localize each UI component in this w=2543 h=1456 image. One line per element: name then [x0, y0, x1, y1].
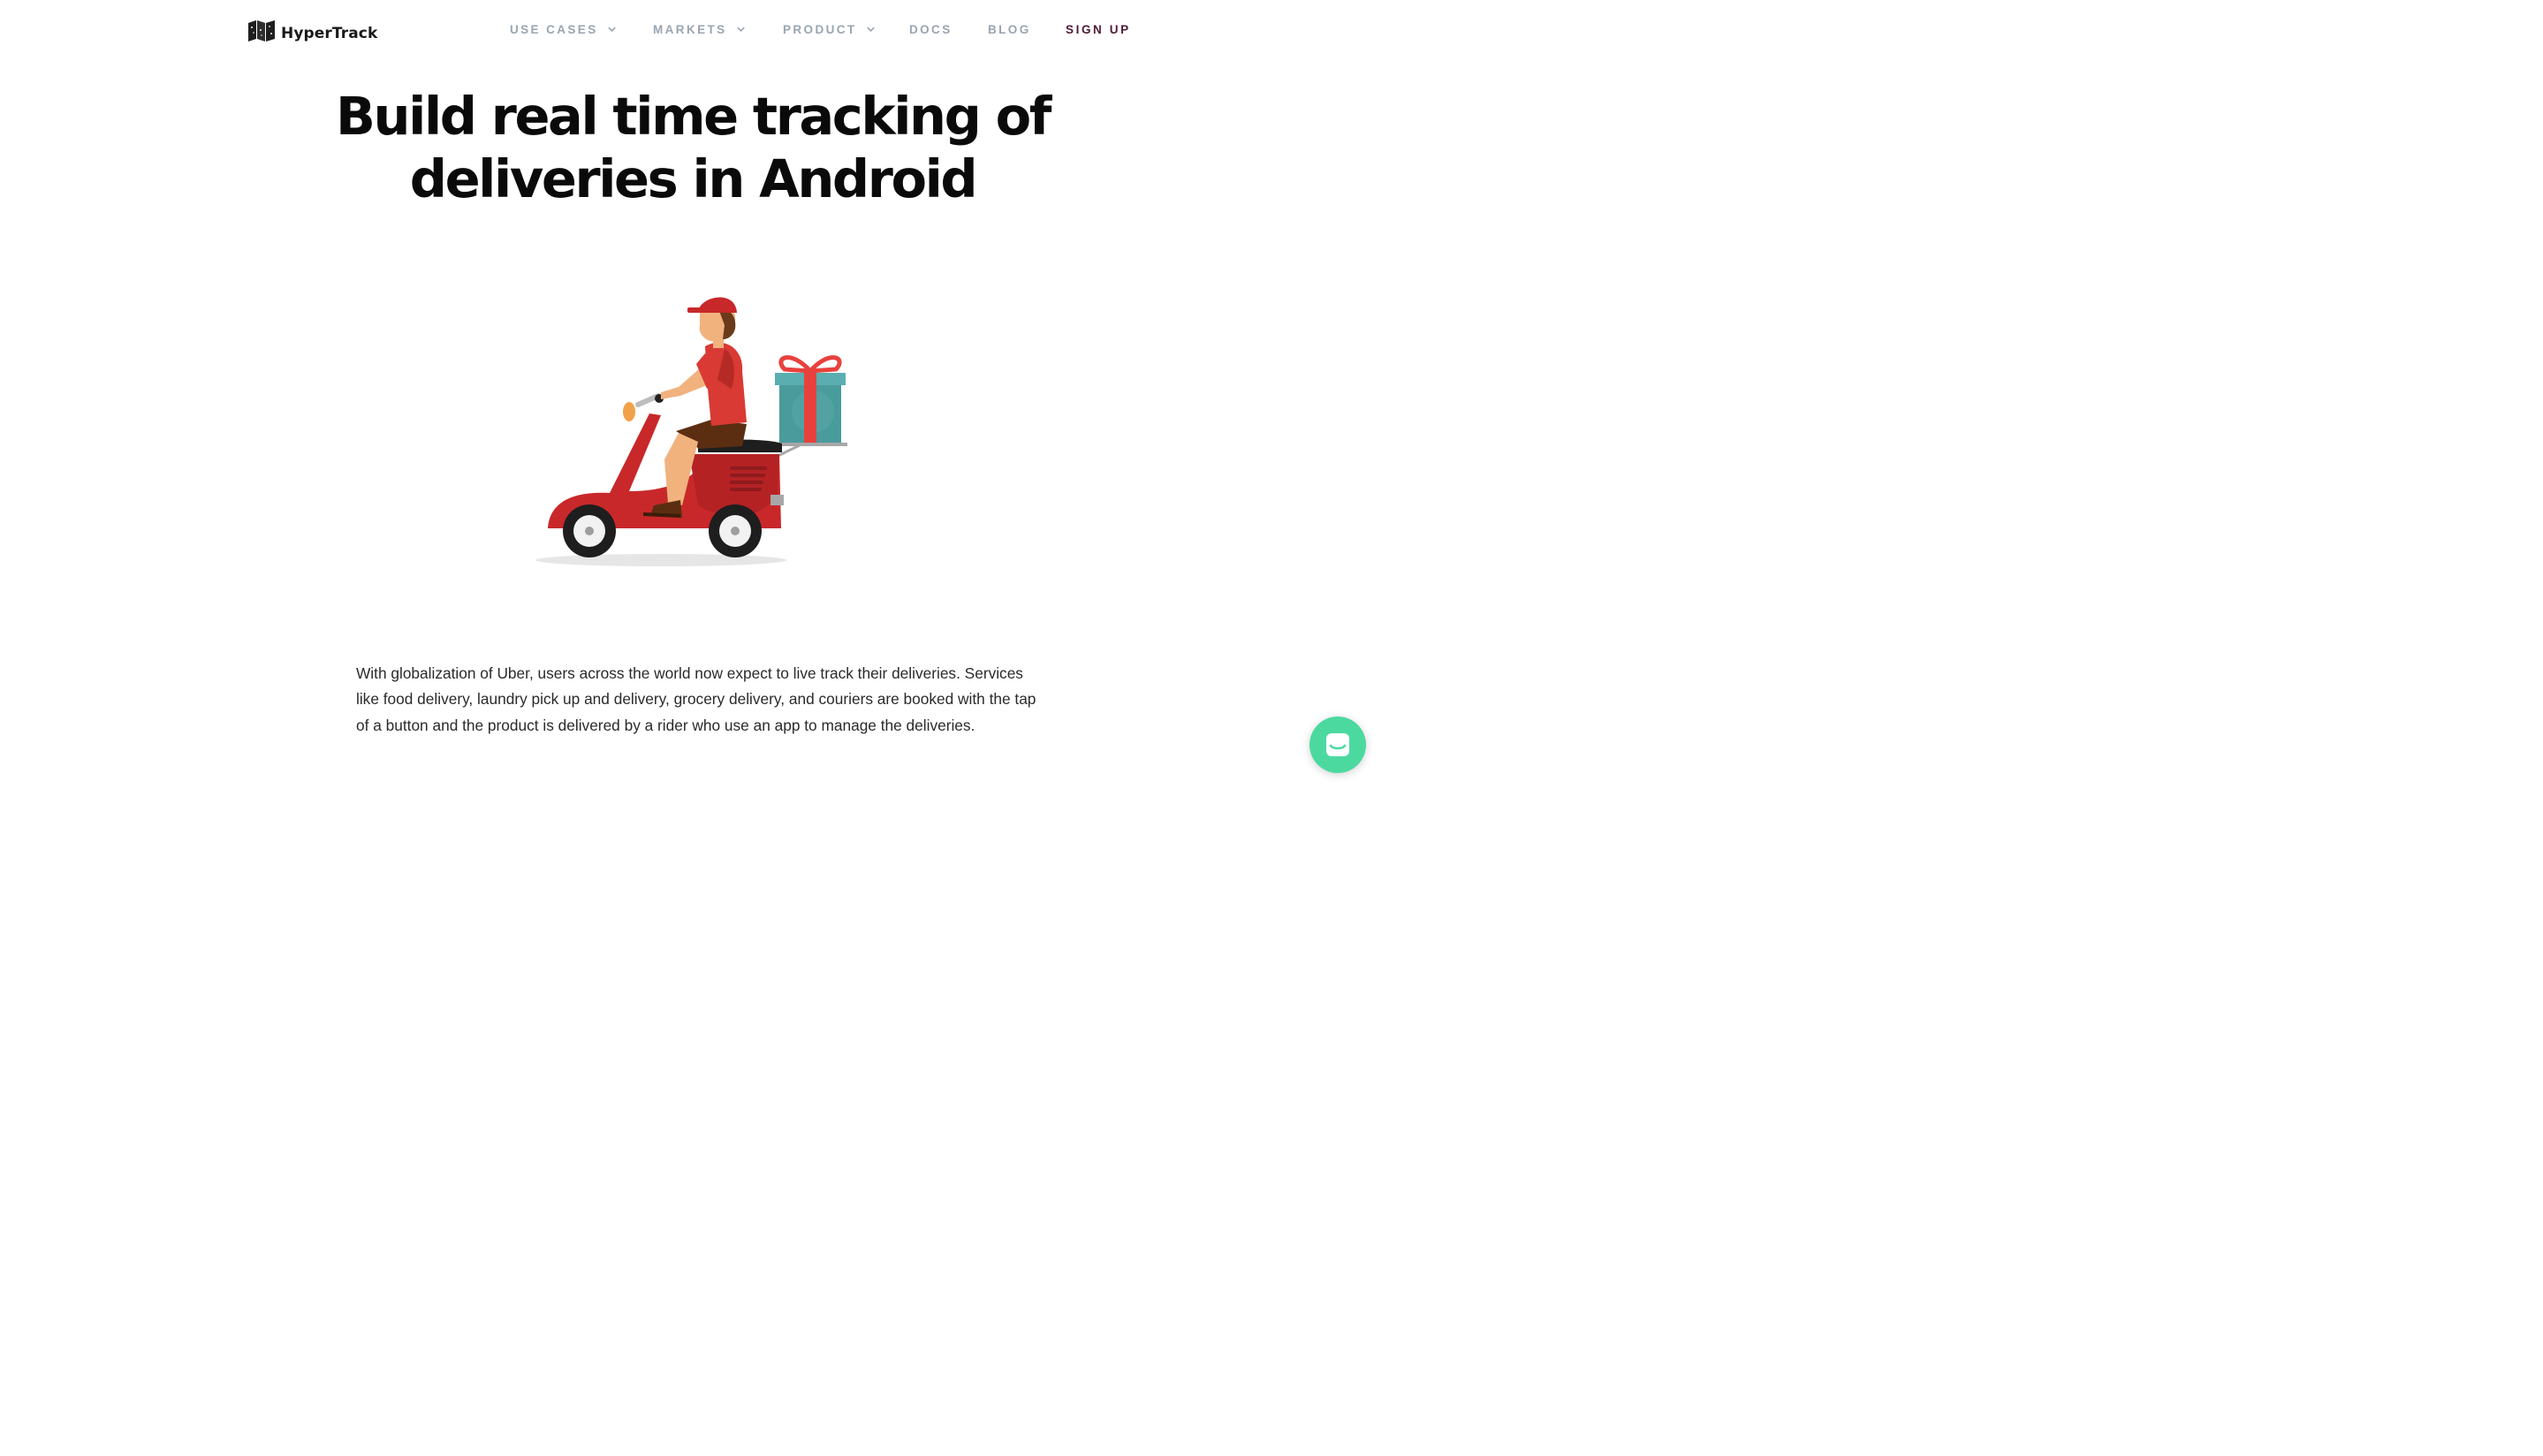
nav-product[interactable]: PRODUCT [783, 23, 876, 36]
chevron-down-icon [607, 27, 616, 33]
page-title-line-1: Build real time tracking of [335, 86, 1051, 147]
intro-paragraph: With globalization of Uber, users across… [356, 664, 1036, 734]
main-nav: USE CASES MARKETS PRODUCT DOCS BLOG SIGN… [0, 23, 1385, 41]
nav-item-label: DOCS [909, 23, 953, 36]
chevron-down-icon [866, 27, 875, 33]
chat-launcher-button[interactable] [1309, 717, 1366, 773]
chevron-down-icon [736, 27, 745, 33]
nav-item-label: MARKETS [653, 23, 727, 36]
sign-up-link[interactable]: SIGN UP [1066, 23, 1131, 36]
chat-bubble-icon [1326, 733, 1349, 756]
sign-up-label: SIGN UP [1066, 23, 1131, 36]
nav-item-label: USE CASES [510, 23, 598, 36]
nav-docs[interactable]: DOCS [909, 23, 953, 36]
nav-markets[interactable]: MARKETS [653, 23, 746, 36]
delivery-scooter-illustration [530, 283, 857, 574]
top-navigation-bar: HyperTrack USE CASES MARKETS PRODUCT DOC… [0, 0, 1385, 64]
nav-item-label: BLOG [988, 23, 1031, 36]
page-title-line-2: deliveries in Android [409, 148, 978, 209]
nav-blog[interactable]: BLOG [988, 23, 1031, 36]
nav-use-cases[interactable]: USE CASES [510, 23, 617, 36]
nav-item-label: PRODUCT [783, 23, 857, 36]
page-title: Build real time tracking of deliveries i… [0, 85, 1385, 210]
